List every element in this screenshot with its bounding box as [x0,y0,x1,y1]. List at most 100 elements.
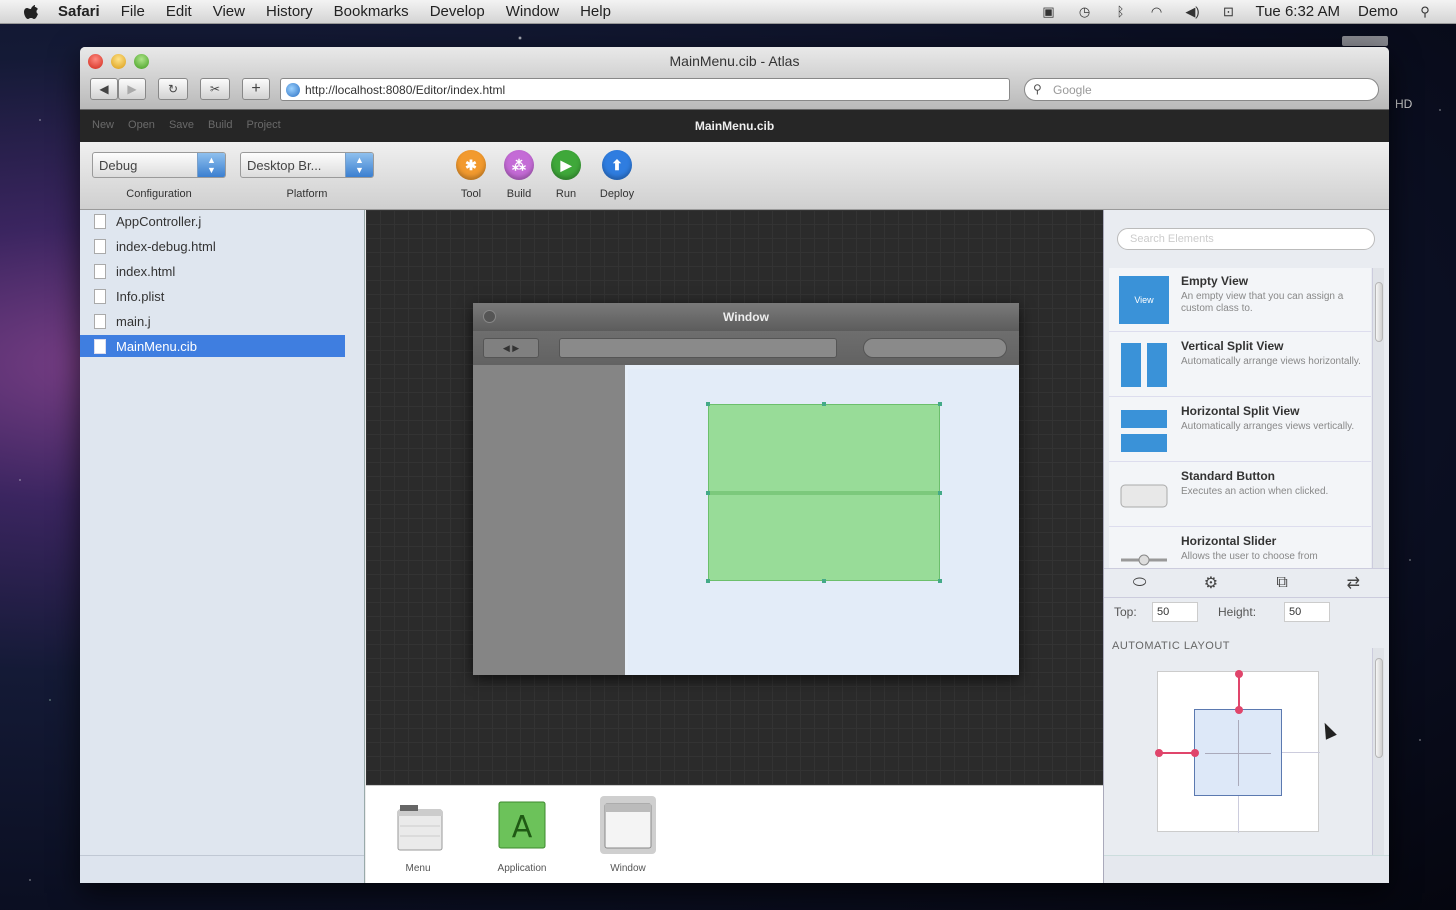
left-strut[interactable] [1158,752,1194,754]
spotlight-icon[interactable]: ⚲ [1416,4,1434,19]
menubar-clock[interactable]: Tue 6:32 AM [1255,3,1340,20]
file-item[interactable]: main.j [80,310,345,332]
tab-views-icon[interactable]: ⧉ [1267,574,1297,592]
globe-icon [286,83,300,97]
mock-nav-buttons: ◀ ▶ [483,338,539,358]
object-palette: Menu A Application Window [366,785,1103,883]
file-icon [94,263,106,279]
menu-help[interactable]: Help [580,3,611,20]
element-search-input[interactable]: Search Elements [1117,228,1375,250]
platform-popup[interactable]: Desktop Br... ▲ ▼ [240,152,374,178]
split-divider[interactable] [709,491,939,495]
apple-icon[interactable] [20,1,42,23]
file-icon [94,288,106,304]
library-item-desc: An empty view that you can assign a cust… [1181,291,1344,314]
strut-handle[interactable] [1155,749,1163,757]
inspector-panel: Search Elements View Empty View An empty… [1103,210,1389,883]
application-object[interactable]: A Application [482,796,562,874]
configuration-popup[interactable]: Debug ▲ ▼ [92,152,226,178]
height-input[interactable]: 50 [1284,602,1330,622]
tab-settings-icon[interactable]: ⚙ [1196,573,1226,593]
inspector-scroll-knob[interactable] [1375,658,1383,758]
design-canvas[interactable]: Window ◀ ▶ [366,210,1103,785]
toolbar: Debug ▲ ▼ Configuration Desktop Br... ▲ ▼ … [80,142,1389,210]
resize-handle[interactable] [822,579,826,583]
tab-layout-icon[interactable]: ⬭ [1125,574,1155,592]
menu-object[interactable]: Menu [378,796,458,874]
reload-icon: ↻ [167,82,179,96]
resize-handle[interactable] [938,491,942,495]
menubar-user[interactable]: Demo [1358,3,1398,20]
cib-file-icon [94,338,106,354]
menu-object-label: Menu [405,863,431,874]
input-icon[interactable]: ⊡ [1219,4,1237,19]
strut-handle[interactable] [1191,749,1199,757]
window-object[interactable]: Window [588,796,668,874]
configuration-label: Configuration [126,188,192,200]
library-item[interactable]: View Empty View An empty view that you c… [1109,268,1371,332]
tab-bindings-icon[interactable]: ⇄ [1338,573,1368,593]
file-item[interactable]: index.html [80,260,345,282]
library-item-name: Vertical Split View [1181,339,1284,353]
menu-file[interactable]: File [121,3,145,20]
window-title: MainMenu.cib - Atlas [669,53,800,69]
volume-icon[interactable]: ◀) [1183,4,1201,19]
wifi-icon[interactable]: ◠ [1147,4,1165,19]
run-label: Run [555,188,577,200]
menu-edit[interactable]: Edit [166,3,192,20]
selected-split-view[interactable] [706,402,942,583]
inner-horizontal-spring[interactable] [1205,753,1271,754]
add-bookmark-button[interactable]: + [242,78,270,100]
menu-history[interactable]: History [266,3,313,20]
bluetooth-icon[interactable]: ᛒ [1111,4,1129,19]
address-bar[interactable]: http://localhost:8080/Editor/index.html [280,78,1010,101]
search-field[interactable]: ⚲ Google [1024,78,1379,101]
automatic-layout-heading: AUTOMATIC LAYOUT [1112,640,1231,652]
size-fields: Top: 50 Height: 50 [1112,602,1372,624]
back-button[interactable]: ◀ [90,78,118,100]
library-item[interactable]: Horizontal Split View Automatically arra… [1109,398,1371,462]
strut-handle[interactable] [1235,670,1243,678]
forward-button[interactable]: ▶ [118,78,146,100]
bottom-strut[interactable] [1238,796,1239,833]
file-name: index-debug.html [116,238,216,254]
library-scroll-knob[interactable] [1375,282,1383,342]
back-arrow-icon: ◀ [99,82,109,96]
time-machine-icon[interactable]: ◷ [1075,4,1093,19]
library-item[interactable]: Horizontal Slider Allows the user to cho… [1109,528,1371,568]
library-item[interactable]: Standard Button Executes an action when … [1109,463,1371,527]
menu-develop[interactable]: Develop [430,3,485,20]
run-button[interactable]: ▶ Run [543,150,589,200]
library-scrollbar[interactable] [1372,268,1384,568]
resize-handle[interactable] [706,579,710,583]
right-strut[interactable] [1282,752,1320,753]
menu-app-safari[interactable]: Safari [58,3,100,20]
forward-arrow-icon: ▶ [127,82,137,96]
file-item-selected[interactable]: MainMenu.cib [80,335,345,357]
file-item[interactable]: AppController.j [80,210,345,232]
inspector-scrollbar[interactable] [1372,648,1384,858]
resize-handle[interactable] [822,402,826,406]
deploy-icon: ⬆ [602,150,632,180]
file-item[interactable]: Info.plist [80,285,345,307]
menu-view[interactable]: View [213,3,245,20]
file-item[interactable]: index-debug.html [80,235,345,257]
resize-handle[interactable] [706,491,710,495]
webclip-button[interactable]: ✂ [200,78,230,100]
resize-handle[interactable] [938,579,942,583]
reload-button[interactable]: ↻ [158,78,188,100]
mock-window[interactable]: Window ◀ ▶ [473,303,1019,675]
top-input[interactable]: 50 [1152,602,1198,622]
menu-bookmarks[interactable]: Bookmarks [334,3,409,20]
tool-button[interactable]: ✱ Tool [448,150,494,200]
file-icon [94,213,106,229]
deploy-button[interactable]: ⬆ Deploy [594,150,640,200]
strut-handle[interactable] [1235,706,1243,714]
resize-handle[interactable] [706,402,710,406]
mock-window-titlebar[interactable]: Window [473,303,1019,331]
menu-window[interactable]: Window [506,3,559,20]
screen-icon[interactable]: ▣ [1039,4,1057,19]
build-button[interactable]: ⁂ Build [496,150,542,200]
resize-handle[interactable] [938,402,942,406]
library-item[interactable]: Vertical Split View Automatically arrang… [1109,333,1371,397]
